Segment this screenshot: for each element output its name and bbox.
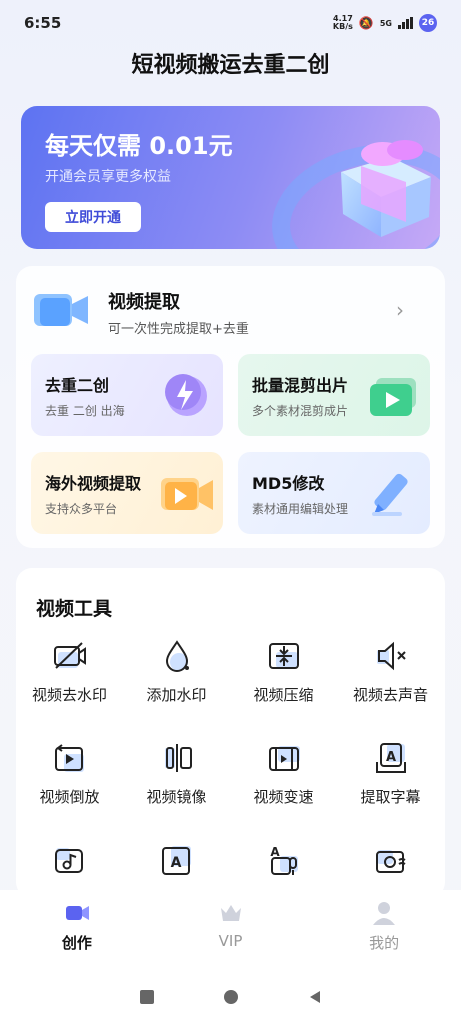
- status-right: 4.17 KB/s 🔕 5G 26: [333, 14, 437, 32]
- status-time: 6:55: [24, 14, 62, 32]
- pen-icon: [372, 473, 408, 516]
- net-speed: 4.17 KB/s: [332, 14, 353, 31]
- tool-label: 视频镜像: [146, 788, 207, 806]
- svg-text:A: A: [386, 750, 396, 765]
- home-button[interactable]: [223, 990, 238, 1004]
- tools-title: 视频工具: [36, 598, 113, 620]
- reverse-icon: [55, 744, 84, 772]
- tool-reverse[interactable]: 视频倒放: [16, 740, 123, 830]
- banner-title: 每天仅需 0.01元: [45, 132, 233, 160]
- video-tab-icon: [65, 906, 89, 920]
- extract-title: 视频提取: [108, 292, 180, 313]
- network-label: 5G: [379, 18, 392, 28]
- compress-icon: [269, 643, 299, 669]
- open-vip-button[interactable]: 立即开通: [45, 202, 141, 232]
- no-camera-icon: [54, 642, 86, 669]
- bottom-tab-bar: 创作 VIP 我的: [0, 890, 461, 970]
- music-icon: [55, 848, 83, 873]
- tile-batch-mix[interactable]: 批量混剪出片 多个素材混剪成片: [238, 354, 430, 436]
- tool-extract-subtitle[interactable]: A 提取字幕: [337, 740, 444, 830]
- profile-icon: [373, 902, 396, 925]
- tile-md5[interactable]: MD5修改 素材通用编辑处理: [238, 452, 430, 534]
- tool-label: 提取字幕: [360, 788, 421, 806]
- tile-subtitle: 素材通用编辑处理: [252, 502, 349, 516]
- status-bar: 6:55 4.17 KB/s 🔕 5G 26: [0, 0, 461, 46]
- tab-create[interactable]: 创作: [0, 890, 154, 970]
- tool-remove-watermark[interactable]: 视频去水印: [16, 638, 123, 728]
- tile-overseas-extract[interactable]: 海外视频提取 支持众多平台: [31, 452, 223, 534]
- photo-icon: [376, 850, 406, 873]
- tool-compress[interactable]: 视频压缩: [230, 638, 337, 728]
- text-icon: A: [162, 846, 191, 875]
- tool-label: 视频去水印: [31, 686, 107, 704]
- mute-icon: [377, 641, 406, 671]
- tab-vip[interactable]: VIP: [154, 890, 308, 970]
- chevron-right-icon: ›: [396, 298, 404, 322]
- crown-icon: [220, 905, 241, 921]
- tile-title: 批量混剪出片: [252, 376, 349, 395]
- banner-subtitle: 开通会员享更多权益: [45, 169, 171, 185]
- tile-title: MD5修改: [252, 474, 325, 493]
- tool-add-watermark[interactable]: 添加水印: [123, 638, 230, 728]
- tool-label: 视频倒放: [39, 788, 100, 806]
- lightning-icon: [165, 374, 207, 416]
- tile-title: 去重二创: [45, 376, 110, 395]
- extract-subtitle: 可一次性完成提取+去重: [108, 322, 249, 337]
- vip-banner[interactable]: 每天仅需 0.01元 开通会员享更多权益 立即开通: [21, 106, 440, 249]
- recent-apps-button[interactable]: [139, 990, 154, 1004]
- tile-subtitle: 多个素材混剪成片: [252, 404, 349, 418]
- tool-mirror[interactable]: 视频镜像: [123, 740, 230, 830]
- svg-text:A: A: [171, 855, 182, 871]
- video-play-icon: [370, 378, 416, 416]
- tile-dedup[interactable]: 去重二创 去重 二创 出海: [31, 354, 223, 436]
- gift-icon: [341, 140, 431, 237]
- tab-label: 创作: [61, 934, 92, 952]
- tab-label: VIP: [218, 932, 243, 950]
- battery-badge: 26: [419, 14, 437, 32]
- bell-off-icon: 🔕: [358, 16, 374, 30]
- tile-title: 海外视频提取: [45, 474, 142, 493]
- subtitle-icon: A: [376, 743, 406, 773]
- tool-label: 视频去声音: [352, 686, 428, 704]
- film-icon: [269, 746, 300, 771]
- tool-label: 视频变速: [253, 788, 314, 806]
- tab-mine[interactable]: 我的: [307, 890, 461, 970]
- signal-icon: [398, 17, 413, 29]
- video-extract-row[interactable]: 视频提取 可一次性完成提取+去重 ›: [16, 266, 445, 348]
- tile-subtitle: 支持众多平台: [45, 502, 118, 516]
- tool-label: 添加水印: [146, 686, 207, 704]
- tool-label: 视频压缩: [253, 686, 314, 704]
- video-tools-card: 视频工具 视频去水印 添加水印 视频压缩 视频去声音 视频倒放 视频镜像 视频变…: [16, 568, 445, 898]
- voice-icon: A: [270, 845, 298, 875]
- tool-mute[interactable]: 视频去声音: [337, 638, 444, 728]
- system-nav-bar: [0, 970, 461, 1024]
- tab-label: 我的: [369, 934, 400, 952]
- tile-subtitle: 去重 二创 出海: [45, 404, 125, 418]
- page-title: 短视频搬运去重二创: [131, 53, 330, 78]
- back-button[interactable]: [308, 990, 322, 1004]
- svg-text:A: A: [270, 845, 280, 859]
- video-camera-icon: [34, 294, 88, 326]
- mirror-icon: [165, 744, 192, 772]
- drop-icon: [165, 640, 189, 672]
- video-camera-icon: [161, 478, 213, 510]
- tool-speed[interactable]: 视频变速: [230, 740, 337, 830]
